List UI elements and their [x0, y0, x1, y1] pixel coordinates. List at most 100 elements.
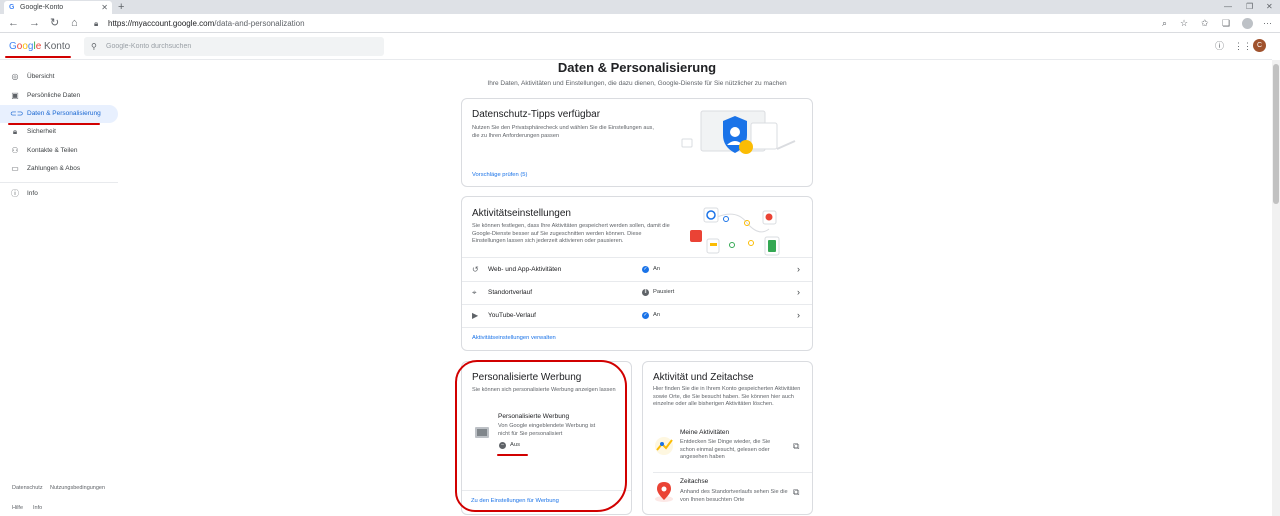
ads-settings-icon — [475, 427, 489, 438]
search-input[interactable] — [106, 40, 376, 53]
sidebar-item-uebersicht[interactable]: ◎ Übersicht — [0, 68, 118, 86]
card-title: Aktivität und Zeitachse — [653, 372, 754, 383]
page-subtitle: Ihre Daten, Aktivitäten und Einstellunge… — [487, 80, 787, 87]
url-text: https://myaccount.google.com/data-and-pe… — [108, 16, 305, 31]
minimize-icon[interactable]: — — [1224, 0, 1232, 14]
my-activity-title: Meine Aktivitäten — [680, 429, 730, 436]
back-icon[interactable]: ← — [8, 15, 19, 32]
annotation-underline — [5, 56, 71, 58]
card-title: Personalisierte Werbung — [472, 372, 582, 383]
pause-circle-icon: ‖ — [642, 289, 649, 296]
sidebar-item-label: Info — [27, 190, 38, 197]
row-label: YouTube-Verlauf — [488, 312, 536, 319]
page-title: Daten & Personalisierung — [557, 60, 717, 75]
privacy-tips-card: Datenschutz-Tipps verfügbar Nutzen Sie d… — [461, 98, 813, 187]
sidebar-item-label: Daten & Personalisierung — [27, 110, 101, 117]
logo-letter: e — [35, 41, 42, 52]
ads-setting-description: Von Google eingeblendete Werbung ist nic… — [498, 423, 596, 437]
window-close-icon[interactable]: ✕ — [1266, 0, 1273, 14]
avatar[interactable]: C — [1253, 39, 1266, 52]
footer-link-nutzungsbedingungen[interactable]: Nutzungsbedingungen — [50, 484, 105, 492]
sidebar-item-zahlungen-abos[interactable]: ▭ Zahlungen & Abos — [0, 160, 118, 178]
sidebar-item-label: Übersicht — [27, 73, 55, 80]
ads-setting-title: Personalisierte Werbung — [498, 413, 570, 420]
card-title: Datenschutz-Tipps verfügbar — [472, 109, 601, 120]
footer-link-datenschutz[interactable]: Datenschutz — [12, 484, 43, 492]
timeline-description: Anhand des Standortverlaufs sehen Sie di… — [680, 489, 788, 503]
search-box[interactable]: ⚲ — [84, 37, 384, 56]
check-circle-icon: ✓ — [642, 312, 649, 319]
scrollbar-thumb[interactable] — [1273, 64, 1279, 204]
item-divider — [653, 472, 812, 473]
home-icon[interactable]: ⌂ — [71, 15, 78, 32]
url-path: /data-and-personalization — [214, 19, 305, 28]
app-header: Google Konto ⚲ — [0, 33, 1272, 60]
manage-activity-controls-link[interactable]: Aktivitätseinstellungen verwalten — [472, 334, 556, 342]
page-scrollbar[interactable] — [1272, 60, 1280, 516]
browser-tab[interactable]: G Google-Konto ✕ — [4, 1, 112, 14]
google-favicon-icon: G — [9, 4, 15, 11]
browser-profile-avatar[interactable] — [1242, 18, 1253, 29]
row-divider — [462, 327, 812, 328]
activity-row-location[interactable]: ⌖ Standortverlauf ‖ Pausiert › — [462, 281, 812, 304]
zoom-icon[interactable]: ⌕ — [1162, 15, 1167, 32]
info-icon: ⓘ — [11, 189, 19, 198]
search-icon: ⚲ — [91, 42, 97, 51]
youtube-icon: ▶ — [472, 311, 479, 320]
activity-row-web-app[interactable]: ↺ Web- und App-Aktivitäten ✓ An › — [462, 258, 812, 281]
row-status: Pausiert — [653, 289, 675, 295]
home-icon: ◎ — [11, 72, 19, 81]
credit-card-icon: ▭ — [11, 164, 19, 173]
new-tab-icon[interactable]: + — [118, 0, 124, 14]
chevron-right-icon: › — [797, 264, 800, 274]
my-activity-icon — [655, 437, 673, 455]
footer-link-info[interactable]: Info — [33, 504, 42, 512]
timeline-map-icon — [655, 482, 673, 502]
review-suggestions-link[interactable]: Vorschläge prüfen (5) — [472, 171, 527, 179]
activity-row-youtube[interactable]: ▶ YouTube-Verlauf ✓ An › — [462, 304, 812, 327]
card-description: Nutzen Sie den Privatsphärecheck und wäh… — [472, 125, 654, 139]
apps-grid-icon[interactable]: ⋮⋮ — [1234, 40, 1252, 52]
row-label: Web- und App-Aktivitäten — [488, 266, 562, 273]
footer-link-hilfe[interactable]: Hilfe — [12, 504, 23, 512]
reload-icon[interactable]: ↻ — [50, 15, 59, 32]
ads-status: Aus — [510, 442, 520, 448]
row-label: Standortverlauf — [488, 289, 533, 296]
lock-icon: 🔒︎ — [94, 19, 99, 28]
favorites-bar-icon[interactable]: ✩ — [1201, 15, 1209, 32]
address-bar[interactable]: 🔒︎ https://myaccount.google.com/data-and… — [90, 16, 1202, 31]
activity-timeline-card: Aktivität und Zeitachse Hier finden Sie … — [642, 361, 813, 515]
favorite-star-icon[interactable]: ☆ — [1180, 15, 1188, 32]
sidebar-item-label: Kontakte & Teilen — [27, 147, 78, 154]
browser-tab-bar: G Google-Konto ✕ + — ❐ ✕ — [0, 0, 1280, 14]
card-title: Aktivitätseinstellungen — [472, 208, 571, 219]
sidebar-item-label: Sicherheit — [27, 128, 56, 135]
people-icon: ⚇ — [11, 146, 19, 155]
sidebar-item-persoenliche-daten[interactable]: ▣ Persönliche Daten — [0, 87, 118, 105]
sidebar-item-info[interactable]: ⓘ Info — [0, 185, 118, 203]
close-tab-icon[interactable]: ✕ — [101, 1, 108, 14]
maximize-icon[interactable]: ❐ — [1246, 0, 1253, 14]
logo-letter: G — [9, 41, 17, 52]
history-icon: ↺ — [472, 265, 479, 274]
ad-settings-link[interactable]: Zu den Einstellungen für Werbung — [471, 497, 559, 505]
more-menu-icon[interactable]: ··· — [1263, 15, 1272, 32]
google-konto-logo[interactable]: Google Konto — [9, 41, 70, 53]
timeline-item[interactable]: Zeitachse Anhand des Standortverlaufs se… — [643, 474, 812, 514]
timeline-title: Zeitachse — [680, 478, 709, 485]
my-activity-description: Entdecken Sie Dinge wieder, die Sie scho… — [680, 439, 771, 461]
sidebar-item-kontakte-teilen[interactable]: ⚇ Kontakte & Teilen — [0, 142, 118, 160]
my-activity-item[interactable]: Meine Aktivitäten Entdecken Sie Dinge wi… — [643, 426, 812, 472]
sidebar-item-label: Persönliche Daten — [27, 92, 81, 99]
sidebar-divider — [0, 182, 118, 183]
row-status: An — [653, 312, 661, 318]
forward-icon[interactable]: → — [29, 15, 40, 32]
activity-illustration — [690, 207, 780, 256]
annotation-underline — [497, 454, 528, 456]
card-divider — [462, 490, 631, 491]
sidebar-item-sicherheit[interactable]: 🔒︎ Sicherheit — [0, 123, 118, 141]
help-icon[interactable]: ⓘ — [1215, 40, 1224, 52]
sidebar-item-daten-personalisierung[interactable]: ⊂⊃ Daten & Personalisierung — [0, 105, 118, 123]
collections-icon[interactable]: ❏ — [1222, 15, 1230, 32]
lock-icon: 🔒︎ — [12, 127, 18, 136]
